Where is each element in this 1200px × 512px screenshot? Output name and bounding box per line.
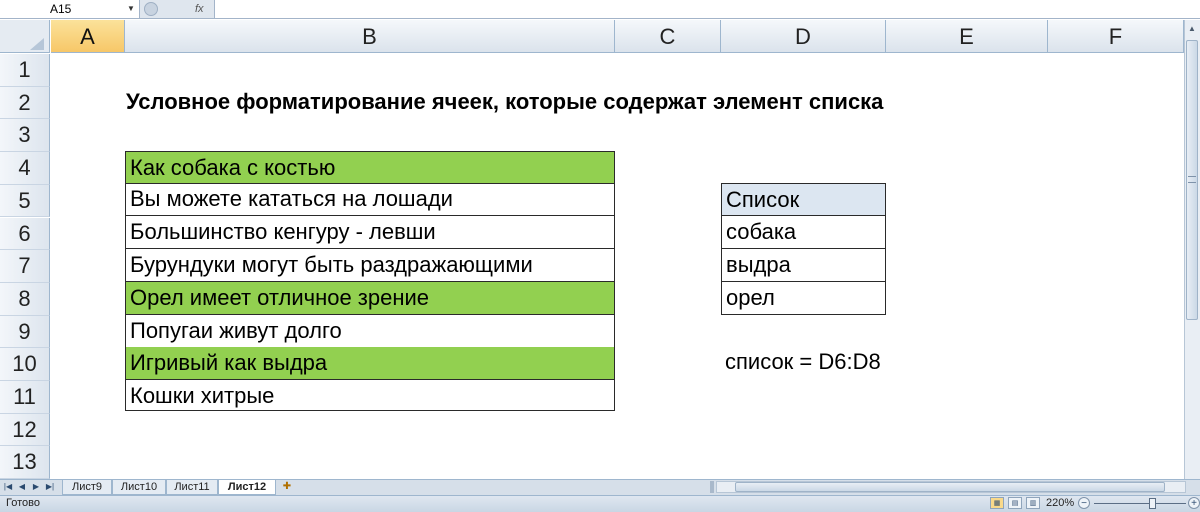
row-header-8[interactable]: 8 [0,282,50,316]
next-sheet-icon[interactable]: ▶ [30,480,42,494]
insert-sheet-icon[interactable]: ✚ [278,480,296,494]
formula-input[interactable] [214,0,1200,18]
row-header-7[interactable]: 7 [0,250,50,283]
zoom-level[interactable]: 220% [1046,496,1074,511]
row-header-3[interactable]: 3 [0,119,50,153]
row-header-1[interactable]: 1 [0,54,50,87]
phrase-cell[interactable]: Орел имеет отличное зрение [125,282,615,315]
tab-split-handle[interactable] [710,481,714,493]
row-header-11[interactable]: 11 [0,381,50,414]
list-item-cell[interactable]: собака [721,216,886,249]
chevron-down-icon[interactable]: ▼ [125,0,137,18]
first-sheet-icon[interactable]: |◀ [2,480,14,494]
name-box[interactable]: A15 [0,0,140,18]
select-all-icon [30,38,44,50]
formula-bar-resize-icon[interactable] [144,2,158,16]
tab-sheet9[interactable]: Лист9 [62,480,112,495]
list-header-cell[interactable]: Список [721,183,886,216]
row-header-10[interactable]: 10 [0,348,50,381]
phrase-cell[interactable]: Как собака с костью [125,151,615,184]
status-mode: Готово [6,497,40,509]
column-header-d[interactable]: D [721,20,886,53]
page-layout-view-icon[interactable]: ▤ [1008,497,1022,509]
row-header-9[interactable]: 9 [0,315,50,349]
named-range-note[interactable]: список = D6:D8 [725,346,881,378]
prev-sheet-icon[interactable]: ◀ [16,480,28,494]
column-header-e[interactable]: E [886,20,1048,53]
phrase-cell[interactable]: Кошки хитрые [125,380,615,411]
zoom-slider-track[interactable] [1094,503,1186,504]
zoom-slider-thumb[interactable] [1149,498,1156,509]
tab-sheet10[interactable]: Лист10 [112,480,166,495]
horizontal-scroll-thumb[interactable] [735,482,1165,492]
last-sheet-icon[interactable]: ▶| [44,480,56,494]
scroll-up-icon[interactable]: ▲ [1185,22,1199,36]
phrase-cell[interactable]: Вы можете кататься на лошади [125,183,615,216]
column-header-f[interactable]: F [1048,20,1184,53]
phrase-cell[interactable]: Игривый как выдра [125,347,615,380]
phrase-cell[interactable]: Попугаи живут долго [125,315,615,348]
row-header-2[interactable]: 2 [0,86,50,120]
tab-sheet12[interactable]: Лист12 [218,480,276,495]
row-header-4[interactable]: 4 [0,152,50,185]
sheet-title[interactable]: Условное форматирование ячеек, которые с… [126,86,883,118]
grip-icon [1188,176,1196,183]
row-header-5[interactable]: 5 [0,184,50,218]
phrase-cell[interactable]: Бурундуки могут быть раздражающими [125,249,615,282]
zoom-out-icon[interactable]: − [1078,497,1090,509]
page-break-view-icon[interactable]: ▥ [1026,497,1040,509]
list-item-cell[interactable]: орел [721,282,886,315]
list-item-cell[interactable]: выдра [721,249,886,282]
normal-view-icon[interactable]: ▦ [990,497,1004,509]
row-header-12[interactable]: 12 [0,413,50,447]
row-header-6[interactable]: 6 [0,217,50,251]
column-header-a[interactable]: A [51,20,125,53]
row-header-13[interactable]: 13 [0,446,50,480]
zoom-in-icon[interactable]: + [1188,497,1200,509]
insert-function-icon[interactable]: fx [195,0,211,18]
phrase-cell[interactable]: Большинство кенгуру - левши [125,216,615,249]
tab-sheet11[interactable]: Лист11 [166,480,218,495]
column-header-c[interactable]: C [615,20,721,53]
column-header-b[interactable]: B [125,20,615,53]
